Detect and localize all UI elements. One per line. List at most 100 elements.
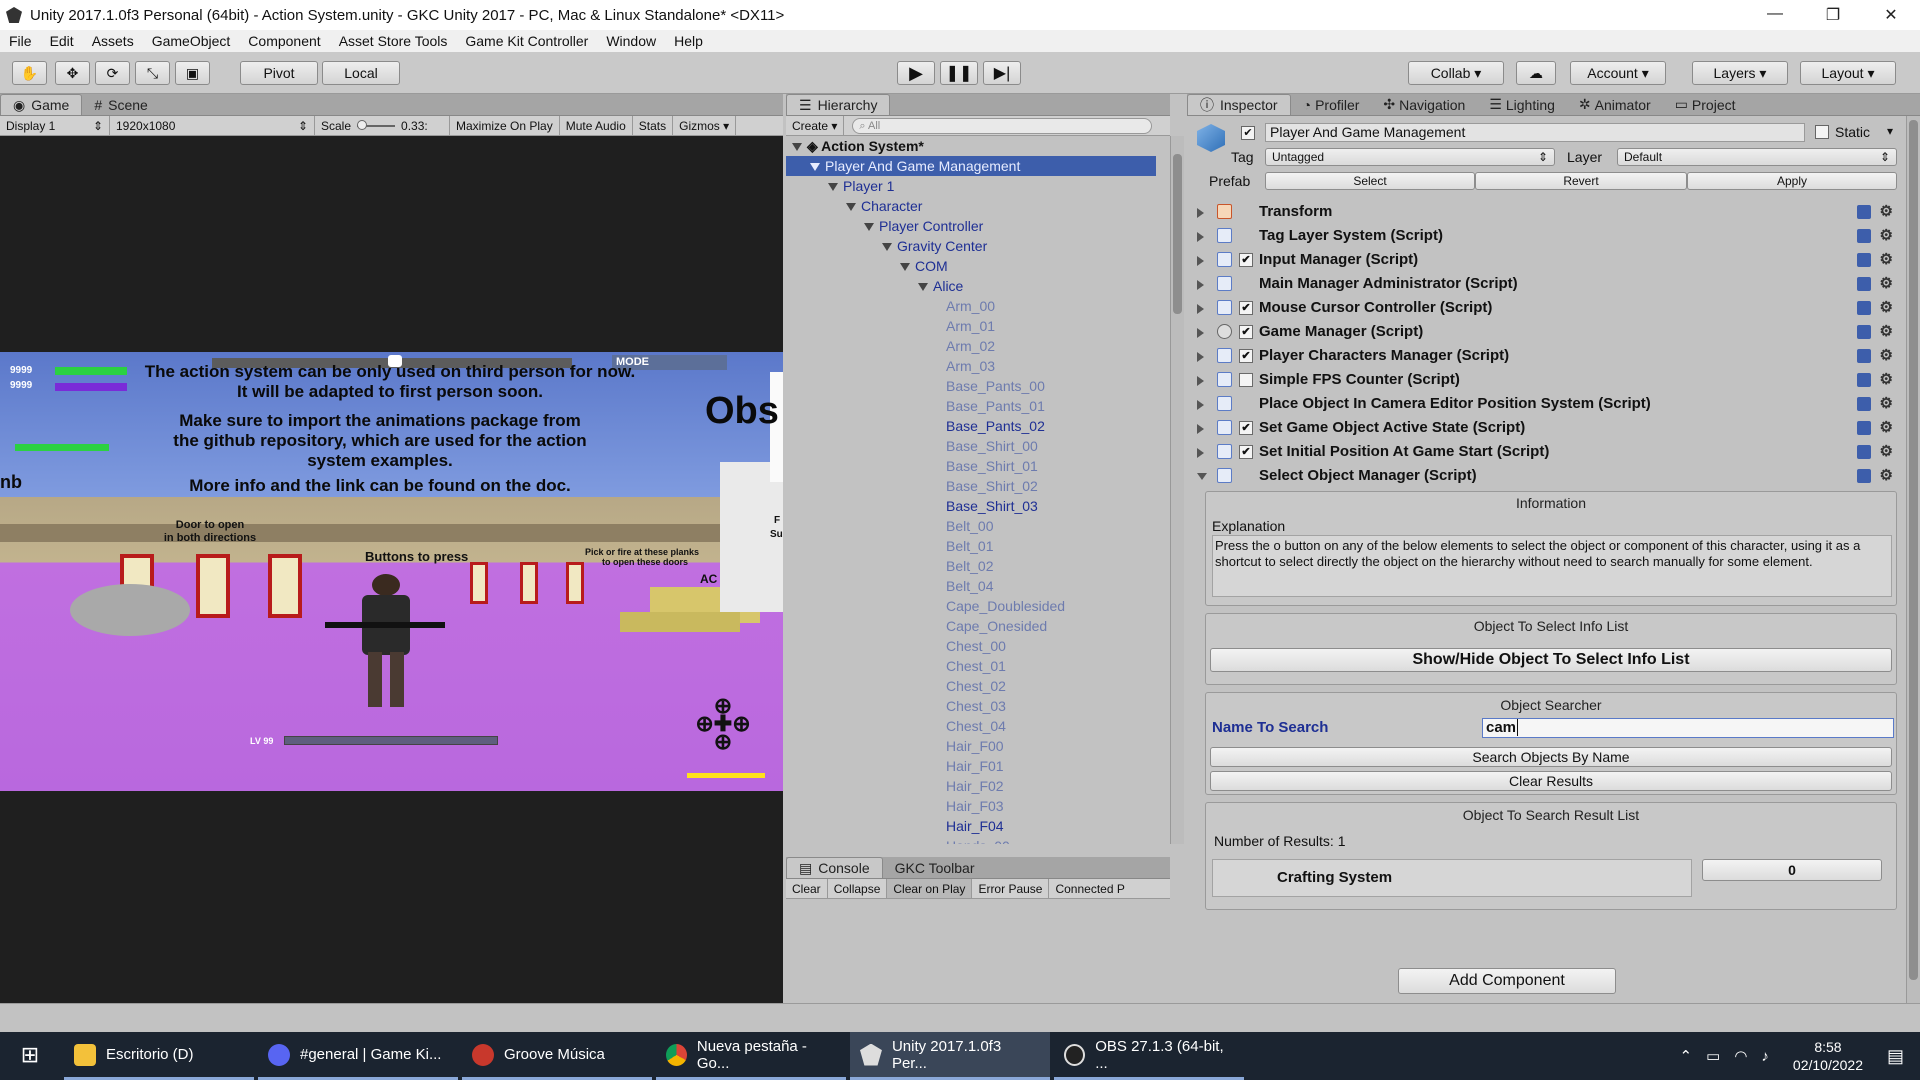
hand-tool-icon[interactable]: ✋	[12, 61, 47, 85]
inspector-scrollbar-thumb[interactable]	[1909, 120, 1918, 980]
enabled-checkbox[interactable]: ✔	[1239, 253, 1253, 267]
tag-dropdown[interactable]: Untagged ⇕	[1265, 148, 1555, 166]
scale-slider-track[interactable]	[357, 119, 396, 130]
scene-root[interactable]: ◈ Action System*	[792, 136, 924, 156]
taskbar-app-chrome[interactable]: Nueva pestaña - Go...	[656, 1032, 846, 1080]
menu-file[interactable]: File	[0, 33, 41, 49]
pause-icon[interactable]: ❚❚	[940, 61, 978, 85]
chevron-up-icon[interactable]: ⌃	[1680, 1047, 1693, 1065]
clock[interactable]: 8:58 02/10/2022	[1793, 1038, 1863, 1074]
local-toggle[interactable]: Local	[322, 61, 400, 85]
hierarchy-item[interactable]: Chest_04	[946, 716, 1006, 736]
enabled-checkbox[interactable]: ✔	[1239, 325, 1253, 339]
move-tool-icon[interactable]: ✥	[55, 61, 90, 85]
prefab-apply-button[interactable]: Apply	[1687, 172, 1897, 190]
gear-icon[interactable]: ⚙	[1880, 321, 1893, 343]
result-select-button[interactable]: 0	[1702, 859, 1882, 881]
tab-navigation[interactable]: ✣ Navigation	[1371, 94, 1477, 115]
hierarchy-scrollbar[interactable]	[1170, 136, 1184, 844]
layout-dropdown[interactable]: Layout ▾	[1800, 61, 1896, 85]
hierarchy-item[interactable]: COM	[900, 256, 948, 276]
hierarchy-item[interactable]: Base_Pants_01	[946, 396, 1045, 416]
gear-icon[interactable]: ⚙	[1880, 345, 1893, 367]
tab-gkc-toolbar[interactable]: GKC Toolbar	[883, 857, 987, 878]
hierarchy-item[interactable]: Hair_F02	[946, 776, 1004, 796]
account-dropdown[interactable]: Account ▾	[1570, 61, 1666, 85]
add-component-button[interactable]: Add Component	[1398, 968, 1616, 994]
component-input-manager[interactable]: ✔ Input Manager (Script) ⚙	[1197, 249, 1897, 271]
enabled-checkbox[interactable]	[1239, 373, 1253, 387]
hierarchy-item[interactable]: Belt_01	[946, 536, 993, 556]
reference-icon[interactable]	[1857, 301, 1871, 315]
component-tag-layer-system[interactable]: Tag Layer System (Script) ⚙	[1197, 225, 1897, 247]
hierarchy-item[interactable]: Hair_F00	[946, 736, 1004, 756]
error-pause-toggle[interactable]: Error Pause	[972, 879, 1050, 898]
gear-icon[interactable]: ⚙	[1880, 273, 1893, 295]
hierarchy-item[interactable]: Arm_03	[946, 356, 995, 376]
tab-animator[interactable]: ✲ Animator	[1567, 94, 1663, 115]
result-item-name[interactable]: Crafting System	[1212, 859, 1692, 897]
taskbar-app-groove[interactable]: Groove Música	[462, 1032, 652, 1080]
reference-icon[interactable]	[1857, 325, 1871, 339]
menu-component[interactable]: Component	[239, 33, 329, 49]
reference-icon[interactable]	[1857, 373, 1871, 387]
tab-console[interactable]: ▤ Console	[786, 857, 883, 878]
hierarchy-scrollbar-thumb[interactable]	[1173, 154, 1182, 314]
enabled-checkbox[interactable]: ✔	[1239, 301, 1253, 315]
hierarchy-item[interactable]: Belt_02	[946, 556, 993, 576]
connected-player-dropdown[interactable]: Connected P	[1049, 879, 1130, 898]
menu-edit[interactable]: Edit	[41, 33, 83, 49]
tab-project[interactable]: ▭ Project	[1663, 94, 1748, 115]
scale-tool-icon[interactable]: ⤡	[135, 61, 170, 85]
resolution-dropdown[interactable]: 1920x1080 ⇕	[110, 116, 315, 135]
hierarchy-item[interactable]: Chest_03	[946, 696, 1006, 716]
menu-gameobject[interactable]: GameObject	[143, 33, 240, 49]
layer-dropdown[interactable]: Default ⇕	[1617, 148, 1897, 166]
pivot-toggle[interactable]: Pivot	[240, 61, 318, 85]
hierarchy-item[interactable]: Base_Shirt_00	[946, 436, 1038, 456]
hierarchy-item[interactable]: Hands_00	[946, 836, 1010, 844]
hierarchy-item[interactable]: Belt_00	[946, 516, 993, 536]
hierarchy-search-field[interactable]: ⌕ All	[852, 117, 1153, 134]
static-dropdown-icon[interactable]: ▾	[1887, 124, 1893, 138]
hierarchy-item[interactable]: Gravity Center	[882, 236, 987, 256]
create-dropdown[interactable]: Create ▾	[786, 116, 845, 135]
display-dropdown[interactable]: Display 1 ⇕	[0, 116, 110, 135]
play-icon[interactable]: ▶	[897, 61, 935, 85]
tab-scene[interactable]: # Scene	[82, 94, 160, 115]
component-main-manager-administrator[interactable]: Main Manager Administrator (Script) ⚙	[1197, 273, 1897, 295]
hierarchy-item[interactable]: Base_Shirt_01	[946, 456, 1038, 476]
search-objects-by-name-button[interactable]: Search Objects By Name	[1210, 747, 1892, 767]
hierarchy-item[interactable]: Chest_02	[946, 676, 1006, 696]
enabled-checkbox[interactable]: ✔	[1239, 349, 1253, 363]
clear-on-play-toggle[interactable]: Clear on Play	[887, 879, 973, 898]
component-game-manager[interactable]: ✔ Game Manager (Script) ⚙	[1197, 321, 1897, 343]
game-view[interactable]: MODE 9999 9999 The action system can be …	[0, 352, 783, 791]
tab-inspector[interactable]: ⓘ Inspector	[1187, 94, 1291, 115]
component-simple-fps-counter[interactable]: Simple FPS Counter (Script) ⚙	[1197, 369, 1897, 391]
hierarchy-item[interactable]: Arm_02	[946, 336, 995, 356]
hierarchy-item[interactable]: Base_Shirt_03	[946, 496, 1038, 516]
volume-icon[interactable]: ♪	[1761, 1048, 1769, 1065]
reference-icon[interactable]	[1857, 349, 1871, 363]
static-checkbox[interactable]	[1815, 125, 1829, 139]
reference-icon[interactable]	[1857, 205, 1871, 219]
object-name-field[interactable]: Player And Game Management	[1265, 123, 1805, 142]
tab-game[interactable]: ◉ Game	[0, 94, 83, 115]
cloud-icon[interactable]: ☁	[1516, 61, 1556, 85]
collab-button[interactable]: Collab ▾	[1408, 61, 1504, 85]
windows-start-icon[interactable]: ⊞	[0, 1032, 60, 1080]
mute-audio-toggle[interactable]: Mute Audio	[560, 116, 633, 135]
hierarchy-item[interactable]: Base_Shirt_02	[946, 476, 1038, 496]
inspector-scrollbar[interactable]	[1906, 116, 1920, 1003]
name-to-search-input[interactable]: cam	[1482, 718, 1894, 738]
active-checkbox[interactable]: ✔	[1241, 126, 1255, 140]
component-mouse-cursor-controller[interactable]: ✔ Mouse Cursor Controller (Script) ⚙	[1197, 297, 1897, 319]
reference-icon[interactable]	[1857, 469, 1871, 483]
reference-icon[interactable]	[1857, 421, 1871, 435]
reference-icon[interactable]	[1857, 253, 1871, 267]
component-select-object-manager[interactable]: Select Object Manager (Script) ⚙	[1197, 465, 1897, 487]
scale-slider[interactable]: Scale 0.33:	[315, 116, 450, 135]
gear-icon[interactable]: ⚙	[1880, 225, 1893, 247]
gizmos-dropdown[interactable]: Gizmos ▾	[673, 116, 737, 135]
